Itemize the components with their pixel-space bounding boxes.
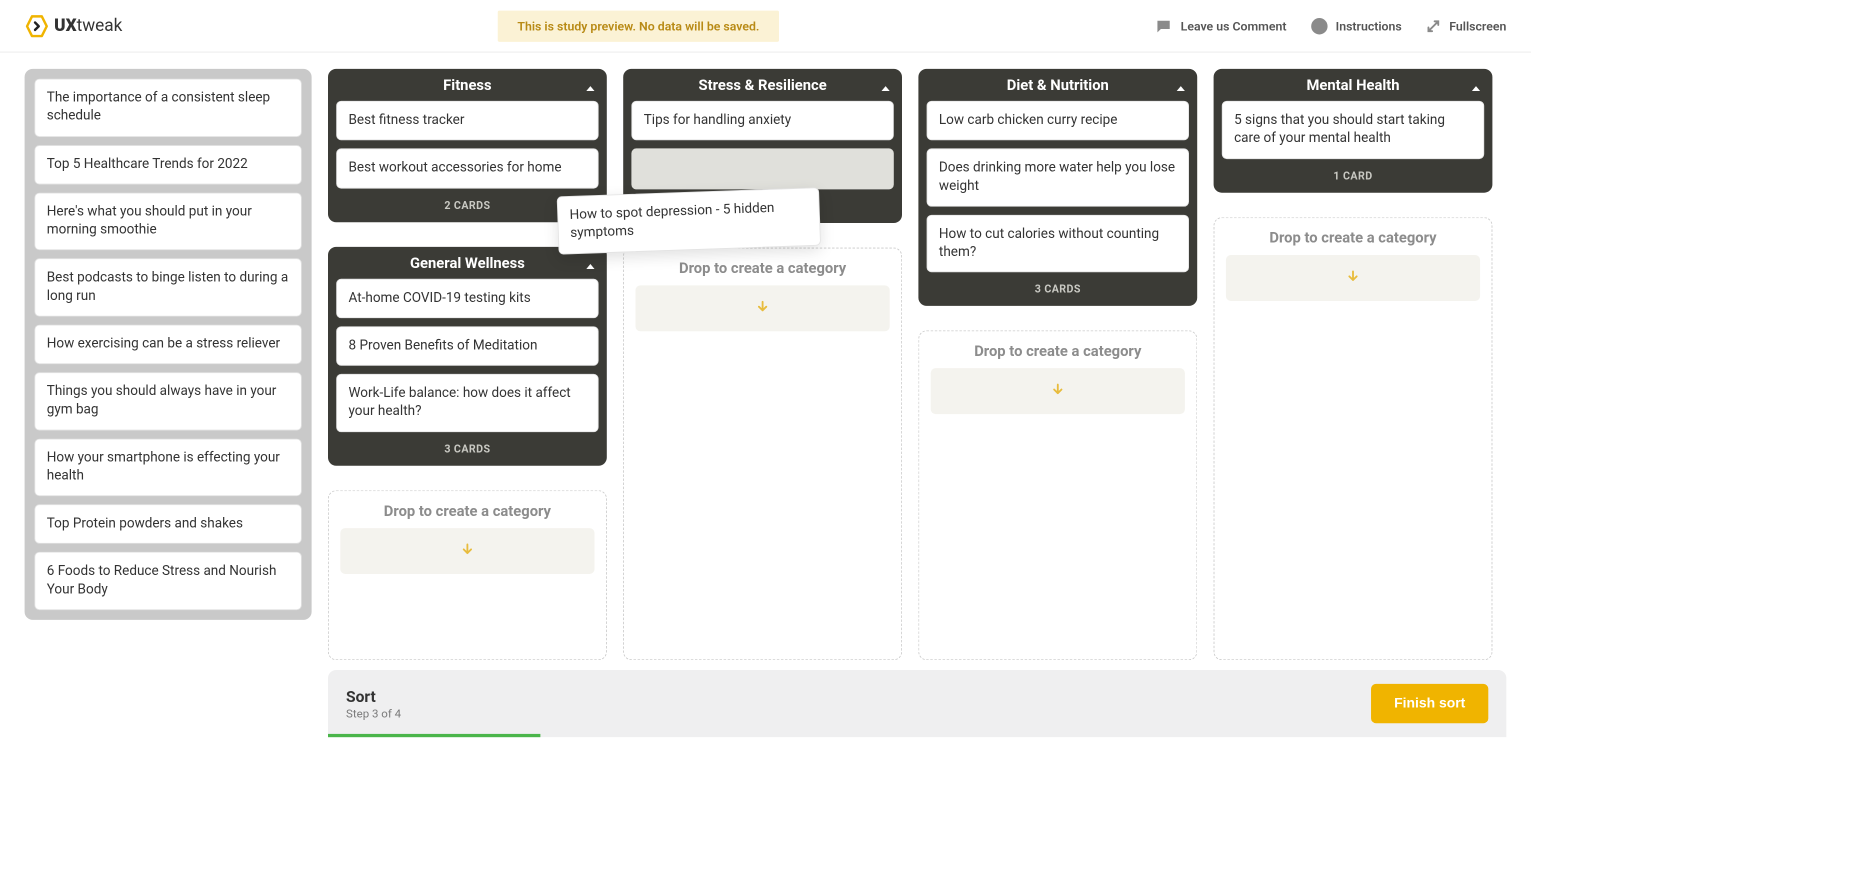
preview-banner: This is study preview. No data will be s… (498, 10, 779, 41)
category[interactable]: Diet & Nutrition Low carb chicken curry r… (918, 69, 1197, 306)
dropzone-label: Drop to create a category (636, 260, 890, 277)
uncategorized-card[interactable]: Here's what you should put in your morni… (34, 193, 301, 251)
uncategorized-card[interactable]: The importance of a consistent sleep sch… (34, 79, 301, 137)
category-card[interactable]: Does drinking more water help you lose w… (927, 149, 1189, 207)
category-body[interactable]: Low carb chicken curry recipe Does drinki… (918, 101, 1197, 276)
category-count: 1 CARD (1214, 162, 1493, 192)
card-drop-placeholder[interactable] (631, 149, 893, 190)
category-body[interactable]: At-home COVID-19 testing kits 8 Proven Be… (328, 278, 607, 435)
create-category-dropzone[interactable]: Drop to create a category (1214, 217, 1493, 660)
main-area: The importance of a consistent sleep sch… (0, 52, 1531, 734)
category-title: Stress & Resilience (699, 77, 827, 94)
footer-title: Sort (346, 687, 401, 706)
dropzone-target[interactable] (340, 528, 594, 574)
dropzone-target[interactable] (636, 286, 890, 332)
topbar: UXtweak This is study preview. No data w… (0, 0, 1531, 52)
info-icon: i (1311, 18, 1327, 34)
fullscreen-button[interactable]: Fullscreen (1426, 18, 1506, 33)
uncategorized-card[interactable]: 6 Foods to Reduce Stress and Nourish You… (34, 552, 301, 610)
board-column: Stress & Resilience Tips for handling anx… (623, 69, 902, 660)
comment-icon (1154, 18, 1172, 34)
collapse-icon[interactable] (1176, 84, 1186, 92)
dropzone-label: Drop to create a category (1226, 229, 1480, 246)
category-collapse-button[interactable] (881, 80, 891, 96)
collapse-icon[interactable] (881, 84, 891, 92)
category-collapse-button[interactable] (1176, 80, 1186, 96)
progress-bar (328, 734, 540, 737)
uncategorized-card[interactable]: Top 5 Healthcare Trends for 2022 (34, 145, 301, 185)
category-title: Diet & Nutrition (1007, 77, 1109, 94)
fullscreen-icon (1426, 18, 1441, 33)
category-header[interactable]: Stress & Resilience (623, 69, 902, 101)
fullscreen-label: Fullscreen (1449, 18, 1506, 33)
collapse-icon[interactable] (1471, 84, 1481, 92)
collapse-icon[interactable] (585, 262, 595, 270)
category-title: General Wellness (410, 255, 525, 272)
category-collapse-button[interactable] (585, 258, 595, 274)
instructions-label: Instructions (1336, 18, 1402, 33)
leave-comment-label: Leave us Comment (1181, 18, 1287, 33)
category[interactable]: Mental Health 5 signs that you should sta… (1214, 69, 1493, 192)
category-card[interactable]: Tips for handling anxiety (631, 101, 893, 141)
category-body[interactable]: Tips for handling anxiety (623, 101, 902, 193)
arrow-down-icon (1050, 382, 1065, 400)
uncategorized-card[interactable]: Top Protein powders and shakes (34, 504, 301, 544)
create-category-dropzone[interactable]: Drop to create a category (328, 490, 607, 660)
category-count: 3 CARDS (328, 435, 607, 465)
category-header[interactable]: Fitness (328, 69, 607, 101)
category-body[interactable]: Best fitness tracker Best workout accesso… (328, 101, 607, 192)
instructions-button[interactable]: i Instructions (1311, 18, 1402, 34)
uncategorized-card[interactable]: Best podcasts to binge listen to during … (34, 259, 301, 317)
brand-text: UXtweak (54, 16, 122, 36)
dropzone-label: Drop to create a category (931, 343, 1185, 360)
uncategorized-card[interactable]: Things you should always have in your gy… (34, 372, 301, 430)
create-category-dropzone[interactable]: Drop to create a category (918, 331, 1197, 660)
category-card[interactable]: 5 signs that you should start taking car… (1222, 101, 1484, 159)
dragging-card[interactable]: How to spot depression - 5 hidden sympto… (557, 187, 821, 254)
arrow-down-icon (1346, 269, 1361, 287)
board-column: Diet & Nutrition Low carb chicken curry r… (918, 69, 1197, 660)
brand-logo[interactable]: UXtweak (25, 14, 123, 39)
category-body[interactable]: 5 signs that you should start taking car… (1214, 101, 1493, 162)
arrow-down-icon (755, 300, 770, 318)
category-collapse-button[interactable] (1471, 80, 1481, 96)
board-column: Mental Health 5 signs that you should sta… (1214, 69, 1493, 660)
create-category-dropzone[interactable]: Drop to create a category (623, 248, 902, 660)
dropzone-target[interactable] (931, 368, 1185, 414)
category-card[interactable]: Low carb chicken curry recipe (927, 101, 1189, 141)
category-card[interactable]: Best fitness tracker (336, 101, 598, 141)
arrow-down-icon (460, 542, 475, 560)
dropzone-label: Drop to create a category (340, 502, 594, 519)
category-header[interactable]: Diet & Nutrition (918, 69, 1197, 101)
board-column: Fitness Best fitness tracker Best workout … (328, 69, 607, 660)
board-area: Fitness Best fitness tracker Best workout … (328, 69, 1506, 735)
leave-comment-button[interactable]: Leave us Comment (1154, 18, 1286, 34)
columns-row: Fitness Best fitness tracker Best workout … (328, 69, 1506, 660)
uncategorized-card[interactable]: How your smartphone is effecting your he… (34, 438, 301, 496)
category-card[interactable]: At-home COVID-19 testing kits (336, 278, 598, 318)
uncategorized-card[interactable]: How exercising can be a stress reliever (34, 325, 301, 365)
collapse-icon[interactable] (585, 84, 595, 92)
category-card[interactable]: Work-Life balance: how does it affect yo… (336, 374, 598, 432)
category-header[interactable]: Mental Health (1214, 69, 1493, 101)
category-card[interactable]: 8 Proven Benefits of Meditation (336, 326, 598, 366)
footer-info: Sort Step 3 of 4 (346, 687, 401, 721)
category[interactable]: General Wellness At-home COVID-19 testing… (328, 246, 607, 465)
topbar-actions: Leave us Comment i Instructions Fullscre… (1154, 18, 1506, 34)
category-card[interactable]: Best workout accessories for home (336, 149, 598, 189)
brand-logo-icon (25, 14, 50, 39)
footer-bar: Sort Step 3 of 4 Finish sort (328, 670, 1506, 737)
dropzone-target[interactable] (1226, 255, 1480, 301)
category-collapse-button[interactable] (585, 80, 595, 96)
category-card[interactable]: How to cut calories without counting the… (927, 215, 1189, 273)
footer-step: Step 3 of 4 (346, 707, 401, 720)
category-title: Fitness (443, 77, 491, 94)
category-title: Mental Health (1306, 77, 1399, 94)
uncategorized-panel[interactable]: The importance of a consistent sleep sch… (25, 69, 312, 620)
finish-sort-button[interactable]: Finish sort (1371, 684, 1488, 723)
category-count: 3 CARDS (918, 276, 1197, 306)
